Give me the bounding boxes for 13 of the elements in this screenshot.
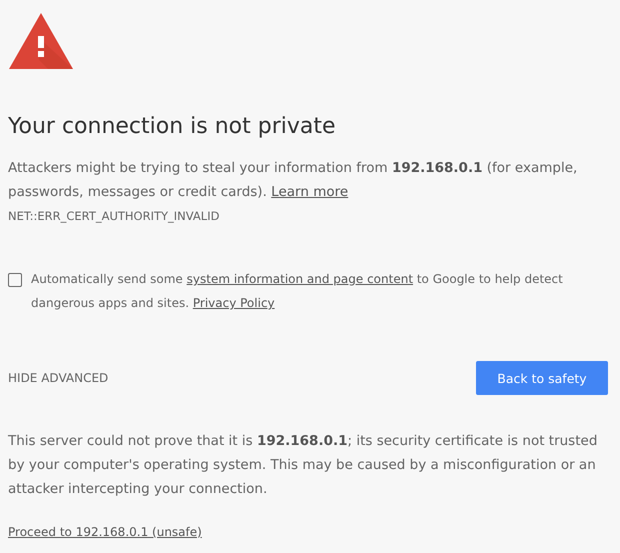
privacy-policy-link[interactable]: Privacy Policy <box>192 296 275 310</box>
back-to-safety-button[interactable]: Back to safety <box>476 361 608 395</box>
system-information-link[interactable]: system information and page content <box>186 272 414 286</box>
checkbox[interactable] <box>8 273 22 287</box>
learn-more-link[interactable]: Learn more <box>271 184 348 200</box>
intro-paragraph: Attackers might be trying to steal your information from 192.168.0.1 (for example, passwords, messages or credit cards). Learn more <box>8 159 578 202</box>
details-paragraph: This server could not prove that it is 192.168.0.1; its security certificate is not trusted by your computer's operating system. This may be caused by a misconfiguration or an attacker intercepting your connection. <box>8 432 598 499</box>
page-heading: Your connection is not private <box>8 113 336 141</box>
hide-advanced-button[interactable]: HIDE ADVANCED <box>8 371 108 385</box>
warning-icon <box>8 12 74 70</box>
proceed-link[interactable]: Proceed to 192.168.0.1 (unsafe) <box>8 525 202 539</box>
opt-in-label: Automatically send some system information and page content to Google to help detect dangerous apps and sites. Privacy Policy <box>31 271 564 312</box>
error-code: NET::ERR_CERT_AUTHORITY_INVALID <box>8 208 220 224</box>
